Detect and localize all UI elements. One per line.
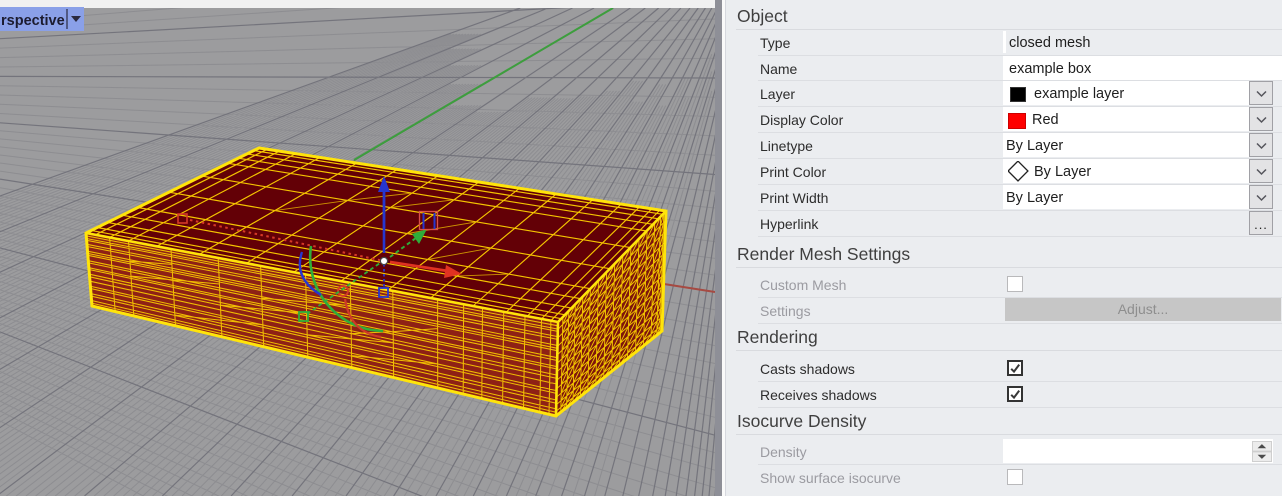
svg-text:rspective: rspective	[1, 13, 65, 29]
